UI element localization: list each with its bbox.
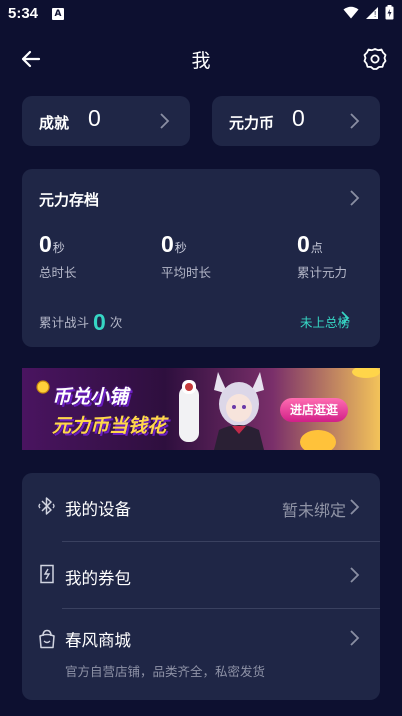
metric-label: 平均时长	[161, 265, 212, 280]
shop-bag-icon	[39, 629, 55, 649]
metric-average-duration: 0秒 平均时长	[161, 231, 211, 281]
rank-chevron-icon	[341, 311, 350, 325]
battle-count-value: 0	[93, 309, 106, 335]
status-icons: !	[343, 5, 394, 20]
promo-banner[interactable]: 币兑小铺 元力币当钱花 进店逛逛	[22, 368, 380, 450]
archive-title: 元力存档	[39, 191, 100, 209]
metric-total-duration: 0秒 总时长	[39, 231, 77, 281]
device-status-value: 暂未绑定	[281, 501, 346, 520]
coin-label: 元力币	[229, 114, 275, 132]
achievement-card[interactable]: 成就 0	[22, 96, 190, 146]
gear-icon	[363, 48, 387, 70]
banner-title: 币兑小铺	[52, 386, 129, 408]
coin-value: 0	[292, 105, 305, 131]
battery-icon	[385, 5, 394, 20]
wifi-icon	[343, 6, 359, 19]
settings-button[interactable]	[360, 44, 390, 74]
banner-coin-glow-icon	[300, 430, 336, 450]
banner-product-icon	[179, 380, 199, 442]
chevron-right-icon	[160, 113, 170, 129]
svg-text:!: !	[374, 10, 376, 19]
status-time: 5:34	[8, 5, 39, 22]
app-bar: 我	[0, 36, 402, 82]
banner-coin-icon	[36, 380, 50, 394]
metric-label: 累计元力	[297, 265, 348, 280]
metric-value: 0	[297, 231, 310, 257]
coin-card[interactable]: 元力币 0	[212, 96, 380, 146]
notification-icon: A	[52, 8, 64, 20]
menu-item-device[interactable]: 我的设备 暂未绑定	[22, 473, 380, 541]
metric-value: 0	[161, 231, 174, 257]
menu-item-store[interactable]: 春风商城 官方自营店铺，品类齐全，私密发货	[22, 609, 380, 700]
signal-icon: !	[366, 6, 378, 19]
menu-item-label: 我的设备	[65, 500, 131, 519]
battle-prefix: 累计战斗	[39, 315, 90, 330]
menu-card: 我的设备 暂未绑定 我的券包 春风商城 官方自营店铺，品类齐全，私密发货	[22, 473, 380, 700]
battle-suffix: 次	[109, 315, 123, 330]
page-title: 我	[191, 50, 211, 72]
metric-total-energy: 0点 累计元力	[297, 231, 347, 281]
banner-coin-stack-icon	[352, 368, 380, 378]
enter-store-button[interactable]: 进店逛逛	[280, 398, 348, 422]
banner-subtitle: 元力币当钱花	[52, 415, 167, 437]
menu-item-label: 春风商城	[65, 631, 131, 650]
bluetooth-icon	[38, 497, 55, 515]
status-bar: 5:34 A !	[0, 0, 402, 28]
metric-value: 0	[39, 231, 52, 257]
menu-item-label: 我的券包	[65, 569, 131, 588]
metric-unit: 秒	[52, 241, 65, 255]
coupon-icon	[40, 564, 54, 584]
metric-unit: 秒	[174, 241, 187, 255]
chevron-right-icon	[350, 630, 360, 646]
achievement-value: 0	[88, 105, 101, 131]
banner-character-icon	[214, 372, 264, 450]
store-subtitle: 官方自营店铺，品类齐全，私密发货	[65, 664, 266, 679]
archive-chevron-icon[interactable]	[348, 189, 360, 207]
chevron-right-icon	[350, 113, 360, 129]
menu-item-coupons[interactable]: 我的券包	[22, 542, 380, 608]
metric-unit: 点	[310, 241, 323, 255]
achievement-label: 成就	[39, 114, 70, 132]
chevron-right-icon	[350, 567, 360, 583]
metric-label: 总时长	[39, 265, 77, 280]
archive-card: 元力存档 0秒 总时长 0秒 平均时长 0点 累计元力 累计战斗 0 次 未上总榜	[22, 169, 380, 347]
battle-count: 累计战斗 0 次	[39, 309, 122, 336]
chevron-right-icon	[350, 499, 360, 515]
